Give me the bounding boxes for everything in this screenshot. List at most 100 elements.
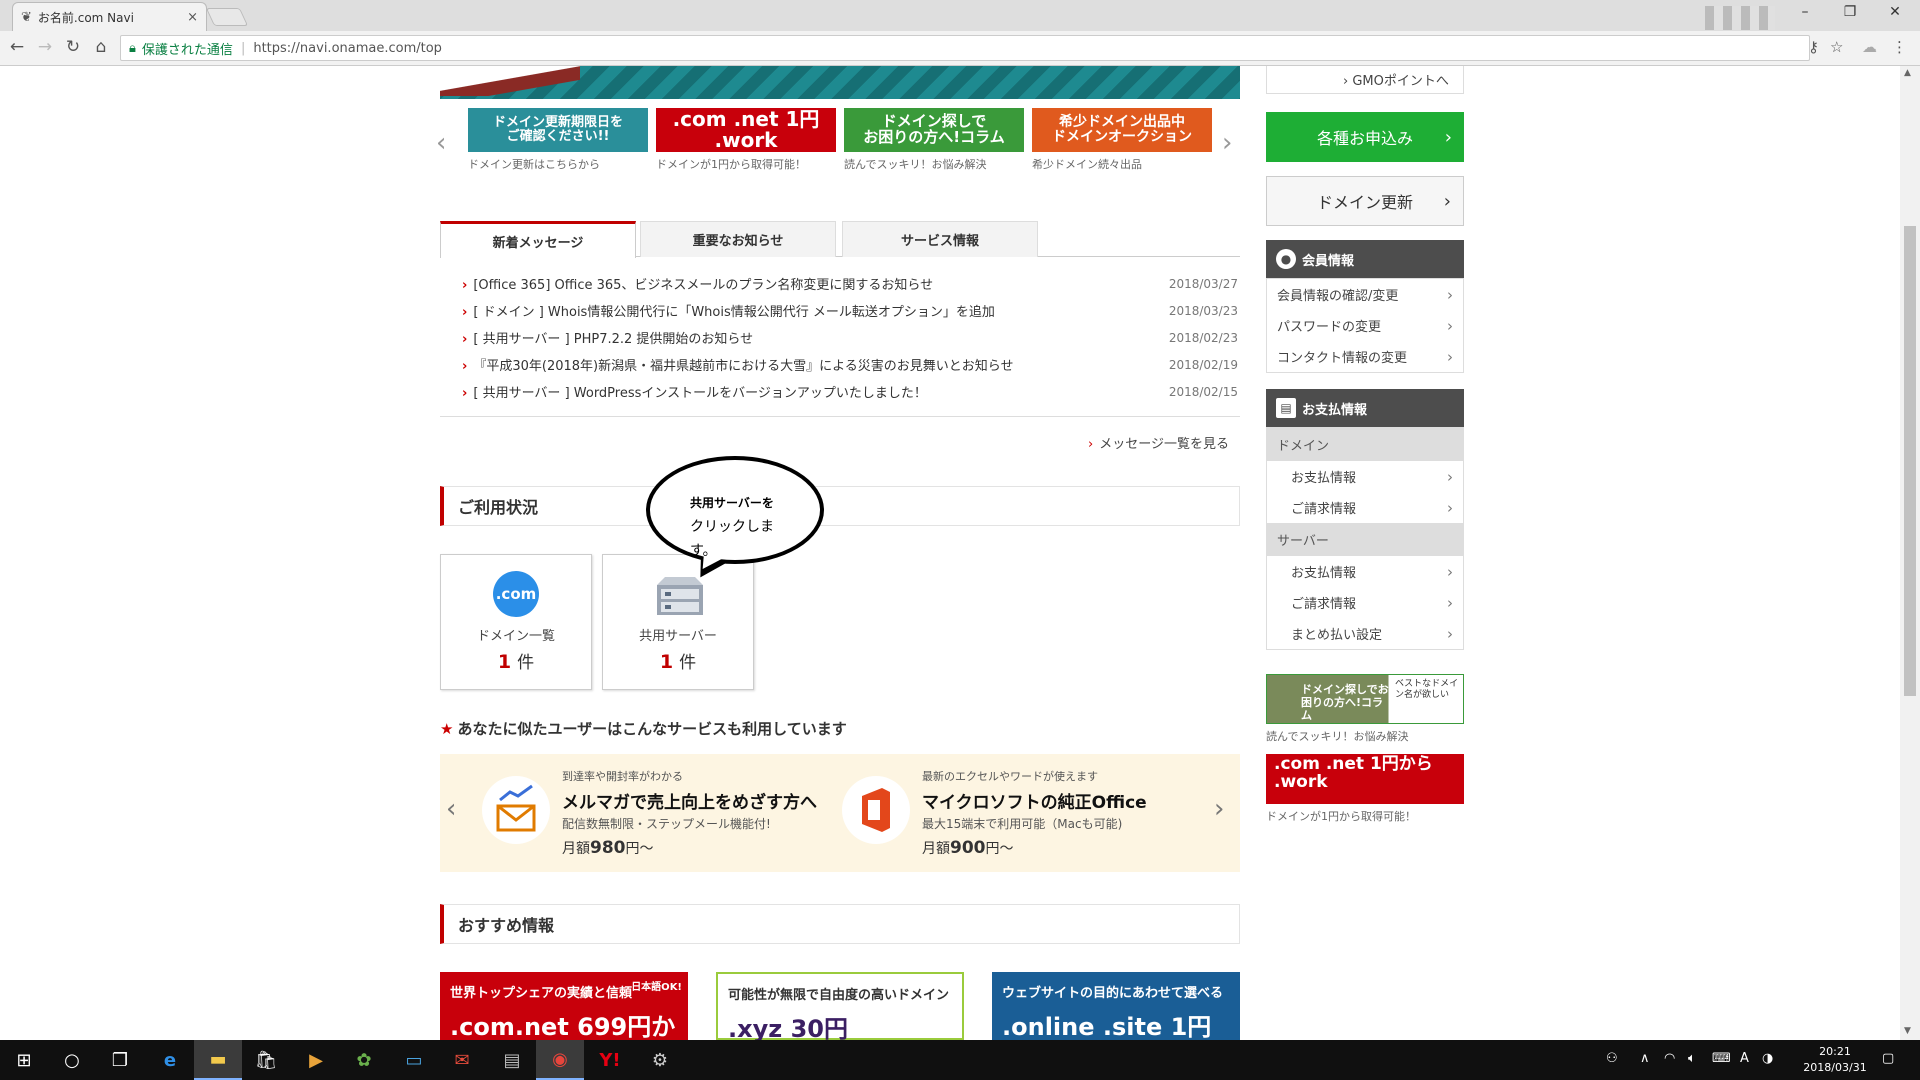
shared-server-card[interactable]: 共用サーバー 1件 — [602, 554, 754, 690]
member-item-contact[interactable]: コンタクト情報の変更 › — [1267, 341, 1463, 372]
wifi-icon[interactable]: ◠ — [1664, 1051, 1675, 1066]
recommend-item-office[interactable]: 最新のエクセルやワードが使えます マイクロソフトの純正Office 最大15端末… — [922, 768, 1147, 858]
tab-service-info[interactable]: サービス情報 — [842, 221, 1038, 257]
message-item[interactable]: › [ ドメイン ] Whois情報公開代行に「Whois情報公開代行 メール転送… — [462, 301, 1238, 321]
store-icon[interactable]: 🛍︎ — [242, 1040, 290, 1080]
tray-chevron-icon[interactable]: ∧ — [1640, 1051, 1650, 1066]
message-item[interactable]: › [ 共用サーバー ] PHP7.2.2 提供開始のお知らせ 2018/02/23 — [462, 328, 1238, 348]
extension-icon[interactable]: ☁ — [1862, 38, 1877, 56]
message-item[interactable]: › [Office 365] Office 365、ビジネスメールのプラン名称変更… — [462, 274, 1238, 294]
recommend-item-mail[interactable]: 到達率や開封率がわかる メルマガで売上向上をめざす方へ 配信数無制限・ステップメ… — [562, 768, 817, 858]
payment-item[interactable]: お支払情報 › — [1267, 461, 1463, 492]
card-count: 1件 — [441, 648, 591, 673]
clock[interactable]: 20:21 2018/03/31 — [1800, 1044, 1870, 1076]
key-icon[interactable]: ⚷ — [1808, 38, 1819, 56]
server-icon — [655, 571, 703, 617]
forward-arrow-icon[interactable]: → — [34, 37, 56, 57]
reload-icon[interactable]: ↻ — [62, 37, 84, 57]
rec-price: 月額980円〜 — [562, 838, 817, 858]
home-icon[interactable]: ⌂ — [90, 37, 112, 57]
domain-list-card[interactable]: .com ドメイン一覧 1件 — [440, 554, 592, 690]
address-bar-row: ← → ↻ ⌂ 🔒︎ 保護された通信 | https://navi.onamae… — [0, 31, 1920, 66]
gmo-point-link[interactable]: › GMOポイントへ — [1266, 66, 1464, 94]
page-scrollbar[interactable]: ▲ ▼ — [1900, 66, 1920, 1040]
file-explorer-icon[interactable]: ▬ — [194, 1040, 242, 1080]
task-view-icon[interactable]: ❐ — [96, 1040, 144, 1080]
message-text[interactable]: [ ドメイン ] Whois情報公開代行に「Whois情報公開代行 メール転送オ… — [473, 305, 995, 320]
app-icon[interactable]: ✿ — [340, 1040, 388, 1080]
member-item-password[interactable]: パスワードの変更 › — [1267, 310, 1463, 341]
menu-icon[interactable]: ⋮ — [1892, 38, 1907, 56]
tab-new-messages[interactable]: 新着メッセージ — [440, 221, 636, 258]
member-item-profile[interactable]: 会員情報の確認/変更 › — [1267, 279, 1463, 310]
windows-start-icon[interactable]: ⊞ — [0, 1040, 48, 1080]
search-icon[interactable]: ○ — [48, 1040, 96, 1080]
rec-title[interactable]: メルマガで売上向上をめざす方へ — [562, 788, 817, 813]
ime-indicator[interactable]: A — [1740, 1051, 1749, 1066]
recommend-prev-icon[interactable]: ‹ — [446, 794, 456, 824]
browser-tab[interactable]: ❦ お名前.com Navi × — [12, 2, 207, 31]
renew-label: ドメイン更新 — [1316, 193, 1413, 212]
scroll-up-icon[interactable]: ▲ — [1904, 68, 1911, 78]
message-text[interactable]: [ 共用サーバー ] WordPressインストールをバージョンアップいたしまし… — [473, 386, 927, 401]
scroll-thumb[interactable] — [1904, 226, 1916, 696]
app-icon[interactable]: ✉ — [438, 1040, 486, 1080]
rec-title[interactable]: マイクロソフトの純正Office — [922, 788, 1147, 813]
message-text[interactable]: [Office 365] Office 365、ビジネスメールのプラン名称変更に… — [473, 278, 933, 293]
speech-bubble-text: 共用サーバーを クリックしま す。 — [690, 491, 800, 563]
osusume-banner-xyz[interactable]: 可能性が無限で自由度の高いドメイン .xyz 30円 — [716, 972, 964, 1040]
maximize-button[interactable]: ❐ — [1835, 4, 1865, 26]
domain-renew-button[interactable]: ドメイン更新 › — [1266, 176, 1464, 226]
more-messages-link[interactable]: › メッセージ一覧を見る — [1088, 433, 1229, 452]
payment-item[interactable]: ご請求情報 › — [1267, 492, 1463, 523]
banner-caption: ドメインが1円から取得可能！ — [656, 158, 806, 171]
message-date: 2018/02/19 — [1168, 357, 1238, 372]
osusume-banner-online[interactable]: ウェブサイトの目的にあわせて選べる .online .site 1円から — [992, 972, 1240, 1040]
apply-button[interactable]: 各種お申込み › — [1266, 112, 1464, 162]
tab-important-notices[interactable]: 重要なお知らせ — [640, 221, 836, 257]
message-item[interactable]: › [ 共用サーバー ] WordPressインストールをバージョンアップいたしま… — [462, 382, 1238, 402]
profile-avatar[interactable] — [1705, 6, 1775, 30]
sidebar-banner-column[interactable]: ドメイン探しでお困りの方へ!コラム ベストなドメイン名が欲しい — [1266, 674, 1464, 724]
payment-item[interactable]: ご請求情報 › — [1267, 587, 1463, 618]
notification-icon[interactable]: ▢ — [1882, 1051, 1894, 1066]
banner-1yen[interactable]: .com .net 1円 .work — [656, 108, 836, 152]
item-label: ご請求情報 — [1291, 502, 1357, 517]
omnibox[interactable]: 🔒︎ 保護された通信 | https://navi.onamae.com/top — [120, 35, 1810, 61]
payment-title: お支払情報 — [1302, 402, 1368, 418]
osusume-banner-com[interactable]: 世界トップシェアの実績と信頼 .com.net 699円から 日本語OK! — [440, 972, 688, 1040]
new-tab-button[interactable] — [205, 8, 249, 26]
media-player-icon[interactable]: ▶ — [292, 1040, 340, 1080]
chrome-icon[interactable]: ◉ — [536, 1040, 584, 1080]
bookmark-star-icon[interactable]: ☆ — [1830, 38, 1843, 56]
close-window-button[interactable]: ✕ — [1880, 4, 1910, 26]
people-icon[interactable]: ⚇ — [1606, 1051, 1618, 1066]
app-icon[interactable]: ▤ — [488, 1040, 536, 1080]
payment-info-header: ▤ お支払情報 — [1266, 389, 1464, 427]
yahoo-icon[interactable]: Y! — [586, 1040, 634, 1080]
banner-domain-renew[interactable]: ドメイン更新期限日を ご確認ください!! — [468, 108, 648, 152]
keyboard-icon[interactable]: ⌨ — [1712, 1051, 1731, 1066]
volume-icon[interactable]: 🔈︎ — [1688, 1051, 1696, 1066]
carousel-next-icon[interactable]: › — [1222, 128, 1232, 158]
banner-column[interactable]: ドメイン探しで お困りの方へ!コラム — [844, 108, 1024, 152]
app-icon[interactable]: ▭ — [390, 1040, 438, 1080]
ime-icon[interactable]: ◑ — [1762, 1051, 1773, 1066]
banner-caption: ドメイン更新はこちらから — [468, 158, 600, 171]
payment-item[interactable]: お支払情報 › — [1267, 556, 1463, 587]
recommend-next-icon[interactable]: › — [1214, 794, 1224, 824]
payment-item[interactable]: まとめ払い設定 › — [1267, 618, 1463, 649]
tab-close-icon[interactable]: × — [187, 10, 198, 25]
scroll-down-icon[interactable]: ▼ — [1904, 1026, 1911, 1036]
message-item[interactable]: › 『平成30年(2018年)新潟県・福井県越前市における大雪』による災害のお見舞… — [462, 355, 1238, 375]
banner-auction[interactable]: 希少ドメイン出品中 ドメインオークション — [1032, 108, 1212, 152]
carousel-prev-icon[interactable]: ‹ — [436, 128, 446, 158]
sidebar-banner-1yen[interactable]: .com .net 1円から .work — [1266, 754, 1464, 804]
message-text[interactable]: [ 共用サーバー ] PHP7.2.2 提供開始のお知らせ — [473, 332, 753, 347]
banner-caption: 希少ドメイン続々出品 — [1032, 158, 1142, 171]
minimize-button[interactable]: – — [1790, 4, 1820, 26]
message-text[interactable]: 『平成30年(2018年)新潟県・福井県越前市における大雪』による災害のお見舞い… — [473, 359, 1013, 374]
edge-icon[interactable]: e — [146, 1040, 194, 1080]
back-arrow-icon[interactable]: ← — [6, 37, 28, 57]
app-icon[interactable]: ⚙ — [636, 1040, 684, 1080]
